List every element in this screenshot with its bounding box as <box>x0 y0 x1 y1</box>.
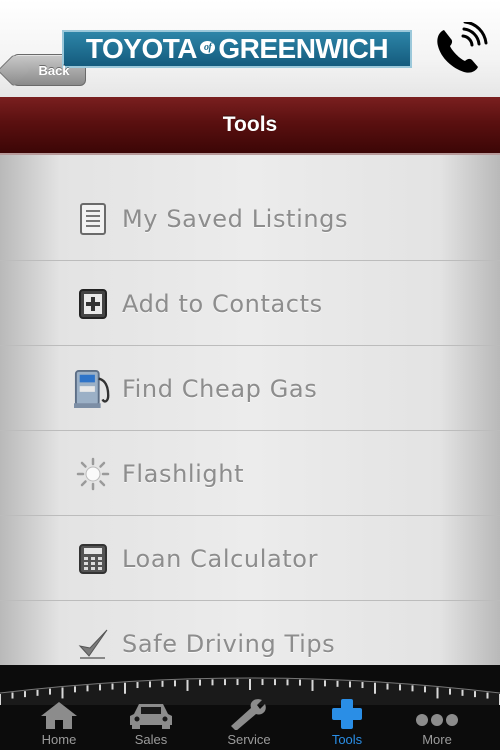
tab-label: Sales <box>134 732 168 747</box>
logo-text-of: of <box>200 40 216 54</box>
menu-item-label: Flashlight <box>122 459 245 488</box>
add-contact-icon <box>74 284 112 324</box>
plus-icon <box>332 699 362 729</box>
tab-sales[interactable]: Sales <box>106 695 196 750</box>
page-title-bar: Tools <box>0 97 500 155</box>
menu-item-label: Safe Driving Tips <box>122 629 336 658</box>
calculator-icon <box>74 539 112 579</box>
gas-pump-icon <box>74 369 112 409</box>
back-button-label: Back <box>38 62 70 78</box>
wrench-icon <box>231 699 266 730</box>
tab-label: Home <box>41 732 77 747</box>
page-title: Tools <box>222 113 278 136</box>
tools-menu-list: My Saved Listings Add to Contacts Find C… <box>0 155 500 665</box>
menu-item-loan-calculator[interactable]: Loan Calculator <box>0 517 500 601</box>
tab-home[interactable]: Home <box>14 695 104 750</box>
home-icon <box>41 702 77 729</box>
flashlight-icon <box>74 454 112 494</box>
menu-item-label: My Saved Listings <box>122 204 349 233</box>
menu-item-safe-driving-tips[interactable]: Safe Driving Tips <box>0 602 500 665</box>
tab-more[interactable]: More <box>392 695 482 750</box>
logo-text-right: GREENWICH <box>218 33 389 64</box>
menu-item-label: Find Cheap Gas <box>122 374 318 403</box>
tab-label: Service <box>227 732 271 747</box>
menu-item-saved-listings[interactable]: My Saved Listings <box>0 177 500 261</box>
logo-text-left: TOYOTA <box>85 33 198 64</box>
tab-label: Tools <box>331 732 363 747</box>
tab-service[interactable]: Service <box>204 695 294 750</box>
phone-icon[interactable] <box>430 20 488 78</box>
menu-item-label: Add to Contacts <box>122 289 323 318</box>
bottom-tab-bar: Home Sales Service Tools More <box>0 665 500 750</box>
listing-document-icon <box>74 199 112 239</box>
more-dots-icon <box>416 714 458 726</box>
dealer-logo: TOYOTA of GREENWICH <box>62 30 412 68</box>
car-icon <box>130 704 172 729</box>
app-header: Back TOYOTA of GREENWICH <box>0 0 500 97</box>
tab-label: More <box>422 732 452 747</box>
menu-item-add-contacts[interactable]: Add to Contacts <box>0 262 500 346</box>
checkmark-icon <box>74 624 112 664</box>
menu-item-flashlight[interactable]: Flashlight <box>0 432 500 516</box>
menu-item-label: Loan Calculator <box>122 544 319 573</box>
tab-tools[interactable]: Tools <box>302 695 392 750</box>
menu-item-find-gas[interactable]: Find Cheap Gas <box>0 347 500 431</box>
